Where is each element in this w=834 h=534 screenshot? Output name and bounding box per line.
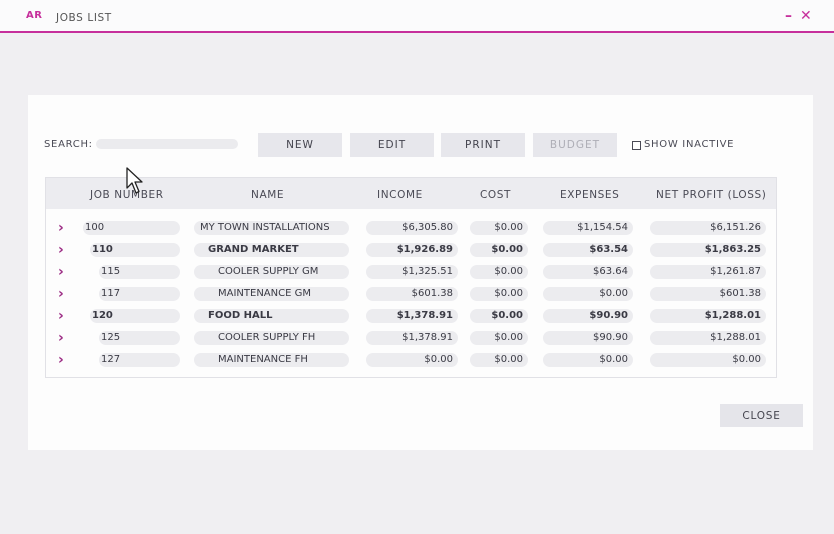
job-number-cell: 100: [83, 221, 180, 235]
income-cell: $1,378.91: [366, 309, 458, 323]
title-bar: AR JOBS LIST – ✕: [0, 0, 834, 33]
job-name-cell: MAINTENANCE FH: [194, 353, 349, 367]
show-inactive-checkbox[interactable]: [632, 141, 641, 150]
table-row[interactable]: › 100 MY TOWN INSTALLATIONS $6,305.80 $0.00 $…: [46, 218, 776, 240]
job-name-cell: COOLER SUPPLY GM: [194, 265, 349, 279]
job-name-cell: FOOD HALL: [194, 309, 349, 323]
job-number-cell: 110: [90, 243, 180, 257]
app-logo: AR: [26, 10, 43, 21]
table-row[interactable]: › 127 MAINTENANCE FH $0.00 $0.00 $0.00 $0.00: [46, 350, 776, 372]
print-button[interactable]: PRINT: [441, 133, 525, 157]
mouse-cursor-icon: [126, 167, 143, 194]
cost-cell: $0.00: [470, 265, 528, 279]
table-row[interactable]: › 120 FOOD HALL $1,378.91 $0.00 $90.90 $1,288.…: [46, 306, 776, 328]
search-label: SEARCH:: [44, 139, 93, 150]
column-header-cost[interactable]: COST: [480, 189, 511, 201]
cost-cell: $0.00: [470, 243, 528, 257]
income-cell: $1,325.51: [366, 265, 458, 279]
income-cell: $1,378.91: [366, 331, 458, 345]
table-row[interactable]: › 110 GRAND MARKET $1,926.89 $0.00 $63.54 $1,8…: [46, 240, 776, 262]
chevron-right-icon[interactable]: ›: [58, 308, 64, 324]
expenses-cell: $90.90: [543, 331, 633, 345]
column-header-net-profit[interactable]: NET PROFIT (LOSS): [656, 189, 766, 201]
chevron-right-icon[interactable]: ›: [58, 330, 64, 346]
expenses-cell: $0.00: [543, 353, 633, 367]
net-cell: $1,288.01: [650, 309, 766, 323]
income-cell: $601.38: [366, 287, 458, 301]
expenses-cell: $0.00: [543, 287, 633, 301]
chevron-right-icon[interactable]: ›: [58, 242, 64, 258]
cost-cell: $0.00: [470, 353, 528, 367]
minimize-icon[interactable]: –: [785, 8, 792, 24]
edit-button[interactable]: EDIT: [350, 133, 434, 157]
expenses-cell: $1,154.54: [543, 221, 633, 235]
cost-cell: $0.00: [470, 287, 528, 301]
job-name-cell: MAINTENANCE GM: [194, 287, 349, 301]
net-cell: $1,261.87: [650, 265, 766, 279]
job-number-cell: 117: [99, 287, 180, 301]
chevron-right-icon[interactable]: ›: [58, 352, 64, 368]
income-cell: $6,305.80: [366, 221, 458, 235]
cost-cell: $0.00: [470, 331, 528, 345]
net-cell: $601.38: [650, 287, 766, 301]
expenses-cell: $63.54: [543, 243, 633, 257]
job-number-cell: 115: [99, 265, 180, 279]
chevron-right-icon[interactable]: ›: [58, 220, 64, 236]
table-row[interactable]: › 125 COOLER SUPPLY FH $1,378.91 $0.00 $90.90…: [46, 328, 776, 350]
job-number-cell: 127: [99, 353, 180, 367]
table-row[interactable]: › 115 COOLER SUPPLY GM $1,325.51 $0.00 $63.64…: [46, 262, 776, 284]
job-name-cell: MY TOWN INSTALLATIONS: [194, 221, 349, 235]
table-row[interactable]: › 117 MAINTENANCE GM $601.38 $0.00 $0.00 $601.…: [46, 284, 776, 306]
net-cell: $1,288.01: [650, 331, 766, 345]
table-header: JOB NUMBER NAME INCOME COST EXPENSES NET…: [46, 178, 776, 209]
expenses-cell: $63.64: [543, 265, 633, 279]
close-button[interactable]: CLOSE: [720, 404, 803, 427]
job-number-cell: 120: [90, 309, 180, 323]
cost-cell: $0.00: [470, 221, 528, 235]
column-header-expenses[interactable]: EXPENSES: [560, 189, 619, 201]
net-cell: $6,151.26: [650, 221, 766, 235]
jobs-table: JOB NUMBER NAME INCOME COST EXPENSES NET…: [45, 177, 777, 378]
expenses-cell: $90.90: [543, 309, 633, 323]
new-button[interactable]: NEW: [258, 133, 342, 157]
net-cell: $0.00: [650, 353, 766, 367]
window-title: JOBS LIST: [56, 12, 112, 24]
net-cell: $1,863.25: [650, 243, 766, 257]
job-number-cell: 125: [99, 331, 180, 345]
income-cell: $0.00: [366, 353, 458, 367]
cost-cell: $0.00: [470, 309, 528, 323]
show-inactive-label[interactable]: SHOW INACTIVE: [644, 139, 734, 150]
chevron-right-icon[interactable]: ›: [58, 286, 64, 302]
column-header-income[interactable]: INCOME: [377, 189, 423, 201]
search-input[interactable]: [96, 139, 238, 149]
job-name-cell: GRAND MARKET: [194, 243, 349, 257]
income-cell: $1,926.89: [366, 243, 458, 257]
chevron-right-icon[interactable]: ›: [58, 264, 64, 280]
close-icon[interactable]: ✕: [800, 8, 812, 24]
column-header-name[interactable]: NAME: [251, 189, 284, 201]
budget-button[interactable]: BUDGET: [533, 133, 617, 157]
job-name-cell: COOLER SUPPLY FH: [194, 331, 349, 345]
